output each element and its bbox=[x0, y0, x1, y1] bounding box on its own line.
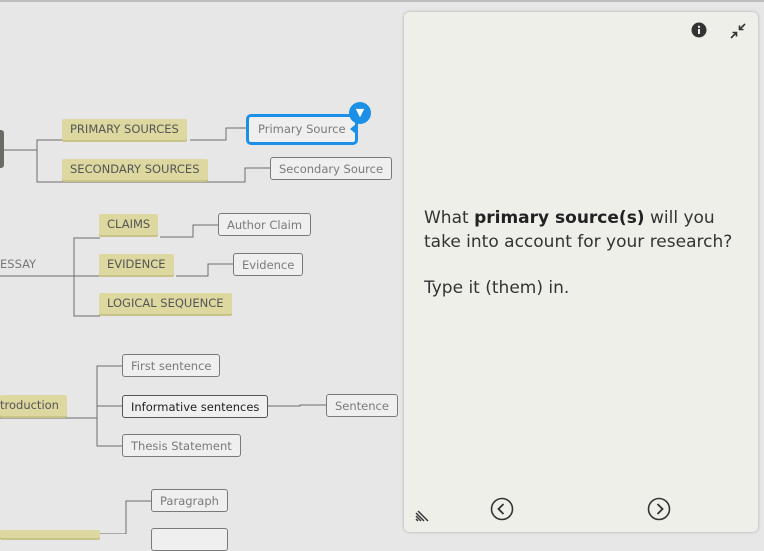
leaf-author-claim[interactable]: Author Claim bbox=[218, 213, 312, 236]
node-connector-handle[interactable] bbox=[350, 124, 356, 134]
question-text: What primary source(s) will you take int… bbox=[424, 206, 744, 254]
chevron-left-circle-icon[interactable] bbox=[490, 497, 514, 521]
leaf-evidence[interactable]: Evidence bbox=[233, 253, 304, 276]
chevron-right-circle-icon[interactable] bbox=[647, 497, 671, 521]
branch-logical-sequence[interactable]: LOGICAL SEQUENCE bbox=[99, 293, 232, 314]
leaf-partial[interactable] bbox=[151, 528, 228, 551]
leaf-sentence[interactable]: Sentence bbox=[326, 394, 398, 417]
leaf-thesis-statement[interactable]: Thesis Statement bbox=[122, 434, 241, 457]
branch-evidence[interactable]: EVIDENCE bbox=[99, 254, 174, 275]
info-icon[interactable] bbox=[691, 22, 707, 38]
leaf-paragraph[interactable]: Paragraph bbox=[151, 489, 228, 512]
root-node-edge[interactable] bbox=[0, 130, 4, 168]
leaf-secondary-source[interactable]: Secondary Source bbox=[270, 157, 393, 180]
leaf-informative-sentences[interactable]: Informative sentences bbox=[122, 395, 269, 418]
chevron-down-icon[interactable]: ▼ bbox=[349, 102, 371, 124]
branch-introduction[interactable]: troduction bbox=[0, 395, 67, 416]
instruction-text: Type it (them) in. bbox=[424, 278, 570, 298]
branch-secondary-sources[interactable]: SECONDARY SOURCES bbox=[62, 159, 208, 180]
question-emphasis: primary source(s) bbox=[474, 208, 645, 228]
question-panel: What primary source(s) will you take int… bbox=[404, 12, 758, 532]
leaf-first-sentence[interactable]: First sentence bbox=[122, 354, 221, 377]
collapse-icon[interactable] bbox=[729, 22, 747, 40]
question-prefix: What bbox=[424, 208, 475, 228]
branch-claims[interactable]: CLAIMS bbox=[99, 214, 159, 235]
leaf-primary-source[interactable]: Primary Source bbox=[246, 114, 358, 145]
resize-grip-icon[interactable] bbox=[414, 506, 430, 522]
branch-primary-sources[interactable]: PRIMARY SOURCES bbox=[62, 119, 187, 140]
essay-label[interactable]: ESSAY bbox=[0, 257, 36, 271]
branch-partial[interactable] bbox=[0, 530, 100, 538]
